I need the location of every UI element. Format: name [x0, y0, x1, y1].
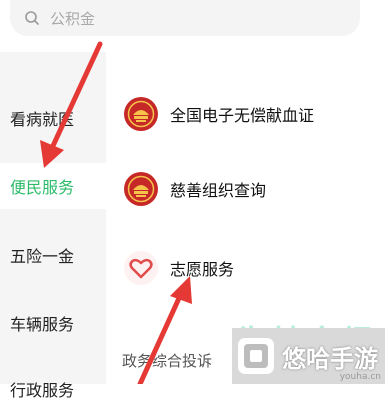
arrow-to-volunteer — [137, 276, 192, 384]
watermark-url: youha.cn — [339, 372, 381, 382]
logo-icon — [238, 338, 274, 374]
watermark-logo: 悠哈手游 youha.cn — [232, 328, 385, 384]
watermark-text: 悠哈手游 — [282, 344, 378, 373]
arrow-to-sidebar — [40, 41, 103, 168]
